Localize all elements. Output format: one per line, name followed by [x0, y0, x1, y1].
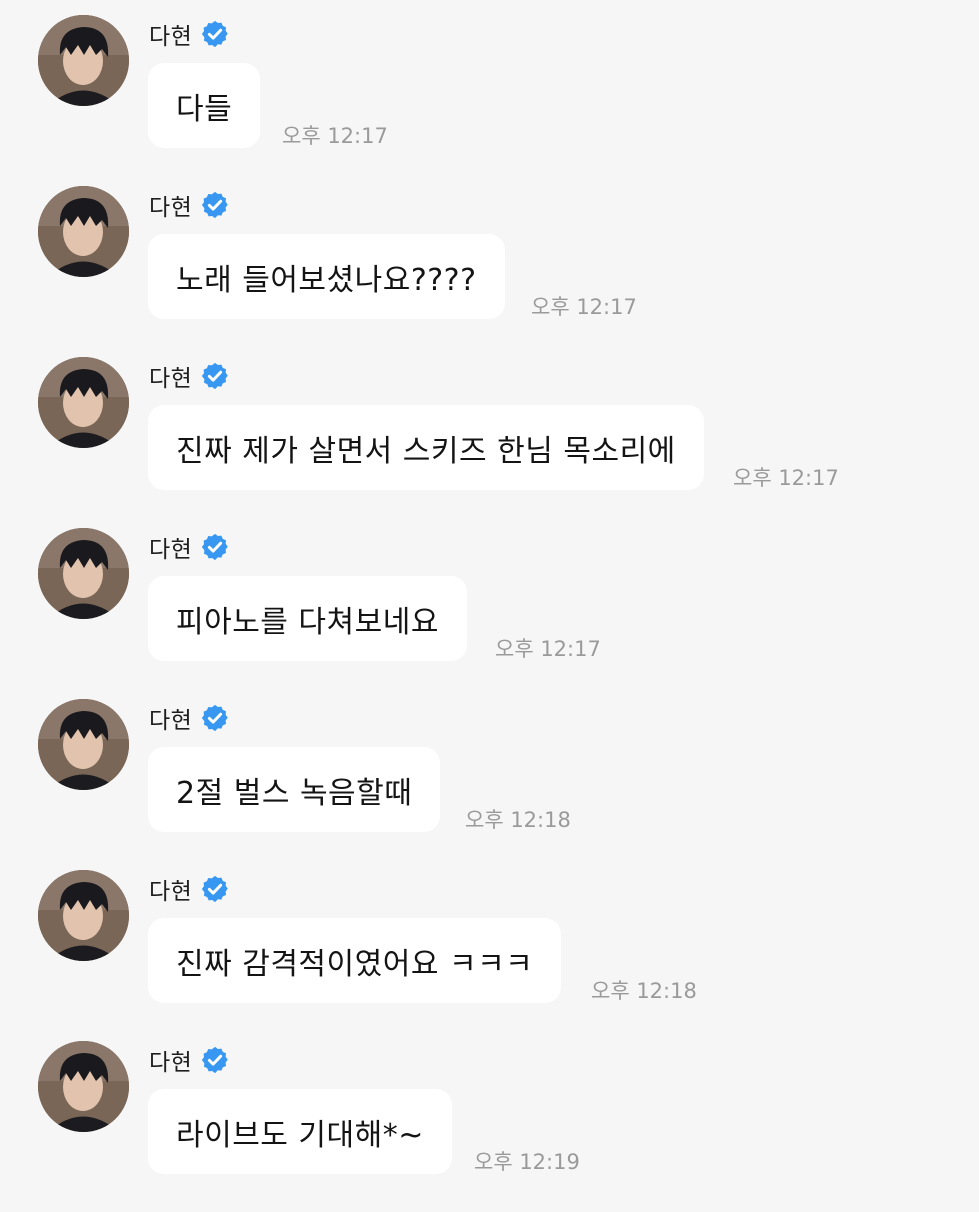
avatar[interactable] — [38, 186, 129, 277]
message-bubble[interactable]: 진짜 제가 살면서 스키즈 한님 목소리에 — [148, 405, 704, 490]
sender-name[interactable]: 다현 — [149, 17, 192, 51]
chat-message: 다현 2절 벌스 녹음할때 오후 12:18 — [0, 699, 979, 870]
chat-thread: 다현 다들 오후 12:17 다현 노래 들어보셨나요???? 오후 12:17… — [0, 0, 979, 1200]
message-timestamp: 오후 12:19 — [474, 1150, 580, 1174]
verified-badge-icon — [202, 362, 229, 390]
chat-message: 다현 진짜 감격적이였어요 ㅋㅋㅋ 오후 12:18 — [0, 870, 979, 1041]
avatar[interactable] — [38, 699, 129, 790]
message-timestamp: 오후 12:17 — [531, 295, 637, 319]
chat-message: 다현 노래 들어보셨나요???? 오후 12:17 — [0, 186, 979, 357]
verified-badge-icon — [202, 704, 229, 732]
message-text: 다들 — [176, 91, 233, 127]
message-text: 라이브도 기대해*~ — [176, 1117, 424, 1153]
message-timestamp: 오후 12:18 — [591, 979, 697, 1003]
message-bubble[interactable]: 피아노를 다쳐보네요 — [148, 576, 467, 661]
avatar-image — [38, 699, 129, 790]
message-text: 진짜 감격적이였어요 ㅋㅋㅋ — [176, 946, 534, 982]
avatar-image — [38, 870, 129, 961]
sender-name[interactable]: 다현 — [149, 530, 192, 564]
avatar-image — [38, 186, 129, 277]
message-bubble[interactable]: 다들 — [148, 63, 261, 148]
message-bubble[interactable]: 진짜 감격적이였어요 ㅋㅋㅋ — [148, 918, 562, 1003]
message-text: 2절 벌스 녹음할때 — [176, 775, 413, 811]
verified-badge-icon — [202, 533, 229, 561]
avatar[interactable] — [38, 870, 129, 961]
chat-message: 다현 진짜 제가 살면서 스키즈 한님 목소리에 오후 12:17 — [0, 357, 979, 528]
message-timestamp: 오후 12:17 — [282, 124, 388, 148]
message-timestamp: 오후 12:17 — [733, 466, 839, 490]
sender-name[interactable]: 다현 — [149, 359, 192, 393]
avatar-image — [38, 1041, 129, 1132]
verified-badge-icon — [202, 191, 229, 219]
message-text: 노래 들어보셨나요???? — [176, 262, 477, 298]
avatar-image — [38, 15, 129, 106]
chat-message: 다현 피아노를 다쳐보네요 오후 12:17 — [0, 528, 979, 699]
avatar[interactable] — [38, 357, 129, 448]
avatar[interactable] — [38, 1041, 129, 1132]
message-timestamp: 오후 12:17 — [495, 637, 601, 661]
sender-name[interactable]: 다현 — [149, 872, 192, 906]
message-bubble[interactable]: 라이브도 기대해*~ — [148, 1089, 452, 1174]
avatar-image — [38, 528, 129, 619]
message-text: 진짜 제가 살면서 스키즈 한님 목소리에 — [176, 433, 676, 469]
chat-message: 다현 라이브도 기대해*~ 오후 12:19 — [0, 1041, 979, 1212]
sender-name[interactable]: 다현 — [149, 188, 192, 222]
chat-message: 다현 다들 오후 12:17 — [0, 15, 979, 186]
sender-name[interactable]: 다현 — [149, 701, 192, 735]
avatar[interactable] — [38, 528, 129, 619]
message-timestamp: 오후 12:18 — [465, 808, 571, 832]
message-bubble[interactable]: 2절 벌스 녹음할때 — [148, 747, 441, 832]
message-text: 피아노를 다쳐보네요 — [176, 604, 439, 640]
verified-badge-icon — [202, 875, 229, 903]
verified-badge-icon — [202, 20, 229, 48]
avatar[interactable] — [38, 15, 129, 106]
sender-name[interactable]: 다현 — [149, 1043, 192, 1077]
avatar-image — [38, 357, 129, 448]
verified-badge-icon — [202, 1046, 229, 1074]
message-bubble[interactable]: 노래 들어보셨나요???? — [148, 234, 505, 319]
